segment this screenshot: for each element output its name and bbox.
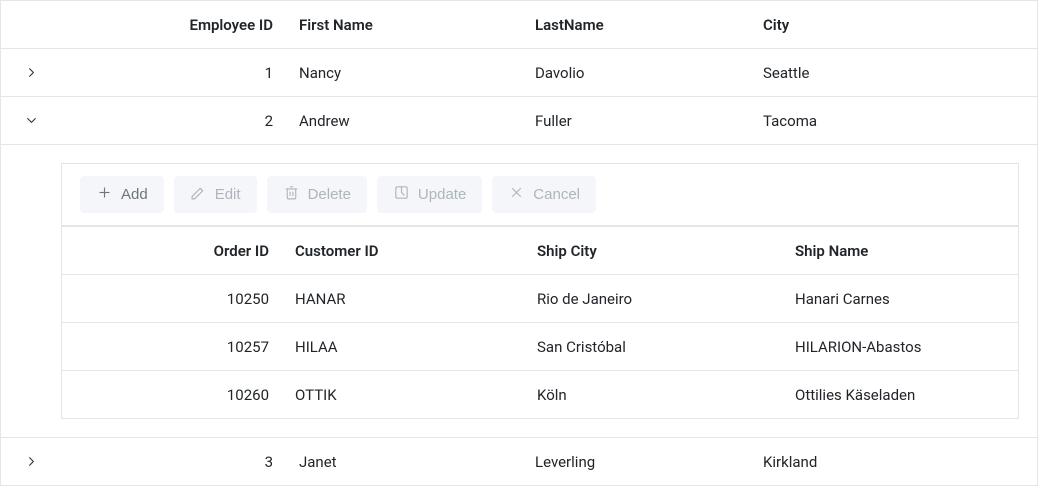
- cancel-button[interactable]: Cancel: [492, 176, 596, 213]
- delete-button-label: Delete: [308, 186, 351, 203]
- cell-city: Tacoma: [755, 112, 1037, 130]
- cell-employee-id: 3: [61, 453, 291, 471]
- master-header-row: Employee ID First Name LastName City: [1, 0, 1037, 48]
- update-button-label: Update: [418, 186, 466, 203]
- detail-toolbar: Add Edit Delete: [62, 164, 1018, 226]
- cell-first-name: Nancy: [291, 64, 527, 82]
- column-header-city[interactable]: City: [755, 16, 1037, 34]
- column-header-first-name[interactable]: First Name: [291, 16, 527, 34]
- cell-last-name: Leverling: [527, 453, 755, 471]
- cancel-button-label: Cancel: [533, 186, 580, 203]
- table-row[interactable]: 1 Nancy Davolio Seattle: [1, 48, 1037, 96]
- table-row[interactable]: 2 Andrew Fuller Tacoma: [1, 96, 1037, 144]
- column-header-employee-id[interactable]: Employee ID: [61, 16, 291, 34]
- delete-button[interactable]: Delete: [267, 176, 367, 213]
- detail-grid: Add Edit Delete: [61, 163, 1019, 419]
- add-button[interactable]: Add: [80, 176, 164, 213]
- update-icon: [393, 184, 410, 205]
- table-row[interactable]: 3 Janet Leverling Kirkland: [1, 437, 1037, 485]
- add-button-label: Add: [121, 186, 148, 203]
- cell-ship-city: Rio de Janeiro: [529, 290, 787, 308]
- cell-ship-name: Hanari Carnes: [787, 290, 1018, 308]
- master-grid: Employee ID First Name LastName City 1 N…: [0, 0, 1038, 486]
- close-icon: [508, 184, 525, 205]
- cell-customer-id: HILAA: [287, 338, 529, 356]
- cell-last-name: Fuller: [527, 112, 755, 130]
- table-row[interactable]: 10260 OTTIK Köln Ottilies Käseladen: [62, 370, 1018, 418]
- edit-button[interactable]: Edit: [174, 176, 257, 213]
- cell-city: Seattle: [755, 64, 1037, 82]
- cell-first-name: Andrew: [291, 112, 527, 130]
- trash-icon: [283, 184, 300, 205]
- chevron-down-icon[interactable]: [19, 109, 43, 133]
- column-header-ship-city[interactable]: Ship City: [529, 242, 787, 260]
- table-row[interactable]: 10250 HANAR Rio de Janeiro Hanari Carnes: [62, 274, 1018, 322]
- detail-panel: Add Edit Delete: [1, 144, 1037, 437]
- cell-order-id: 10260: [62, 386, 287, 404]
- detail-header-row: Order ID Customer ID Ship City Ship Name: [62, 226, 1018, 274]
- column-header-last-name[interactable]: LastName: [527, 16, 755, 34]
- cell-ship-name: HILARION-Abastos: [787, 338, 1018, 356]
- cell-employee-id: 2: [61, 112, 291, 130]
- cell-customer-id: OTTIK: [287, 386, 529, 404]
- cell-city: Kirkland: [755, 453, 1037, 471]
- column-header-customer-id[interactable]: Customer ID: [287, 242, 529, 260]
- edit-button-label: Edit: [215, 186, 241, 203]
- cell-employee-id: 1: [61, 64, 291, 82]
- column-header-order-id[interactable]: Order ID: [62, 242, 287, 260]
- cell-ship-name: Ottilies Käseladen: [787, 386, 1018, 404]
- table-row[interactable]: 10257 HILAA San Cristóbal HILARION-Abast…: [62, 322, 1018, 370]
- cell-last-name: Davolio: [527, 64, 755, 82]
- cell-ship-city: San Cristóbal: [529, 338, 787, 356]
- cell-order-id: 10257: [62, 338, 287, 356]
- chevron-right-icon[interactable]: [19, 450, 43, 474]
- plus-icon: [96, 184, 113, 205]
- cell-first-name: Janet: [291, 453, 527, 471]
- pencil-icon: [190, 184, 207, 205]
- cell-customer-id: HANAR: [287, 290, 529, 308]
- cell-order-id: 10250: [62, 290, 287, 308]
- column-header-ship-name[interactable]: Ship Name: [787, 242, 1018, 260]
- chevron-right-icon[interactable]: [19, 61, 43, 85]
- cell-ship-city: Köln: [529, 386, 787, 404]
- update-button[interactable]: Update: [377, 176, 482, 213]
